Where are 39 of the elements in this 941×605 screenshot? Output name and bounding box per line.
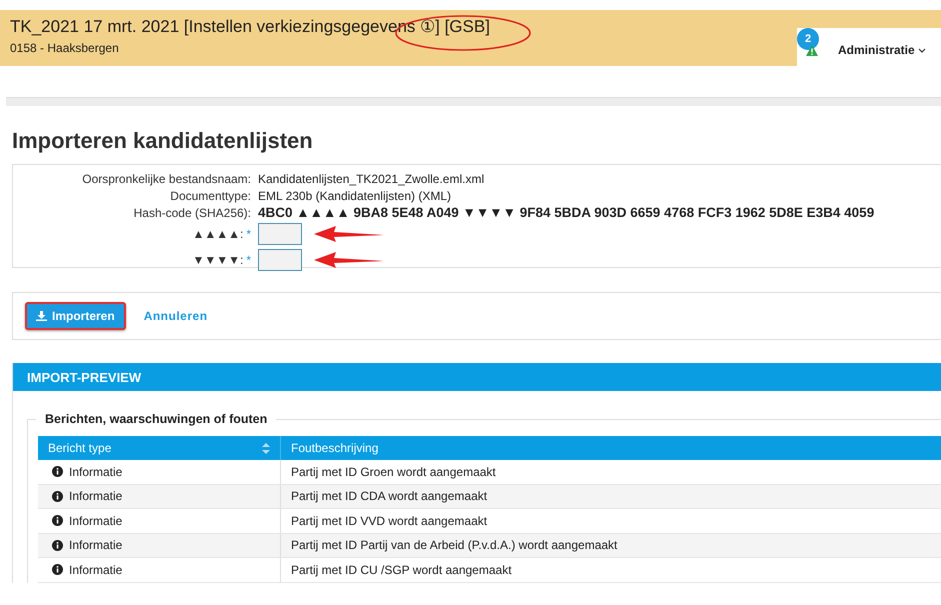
table-cell: Partij met ID VVD wordt aangemaakt bbox=[280, 508, 941, 533]
info-icon bbox=[52, 540, 63, 551]
download-icon bbox=[36, 311, 47, 321]
municipality-label: 0158 - Haaksbergen bbox=[10, 41, 120, 55]
table-cell: Partij met ID CU /SGP wordt aangemaakt bbox=[280, 558, 941, 582]
field-value: EML 230b (Kandidatenlijsten) (XML) bbox=[258, 188, 451, 202]
table-cell: Partij met ID Partij van de Arbeid (P.v.d.A.) wordt aangemaakt bbox=[280, 533, 941, 558]
info-icon bbox=[52, 490, 63, 502]
panel-header: IMPORT-PREVIEW bbox=[13, 363, 941, 391]
cancel-link[interactable]: Annuleren bbox=[144, 309, 208, 323]
sort-icon bbox=[262, 442, 270, 454]
table-cell: Partij met ID CDA wordt aangemaakt bbox=[280, 484, 941, 508]
field-label: ▲▲▲▲: * bbox=[191, 227, 252, 241]
notification-badge[interactable]: 2 bbox=[797, 28, 819, 50]
field-label: Hash-code (SHA256): bbox=[132, 206, 252, 220]
user-menu[interactable]: Administratie bbox=[838, 43, 926, 57]
caret-icon bbox=[918, 48, 926, 54]
import-button[interactable]: Importeren bbox=[25, 302, 126, 330]
message-type: Informatie bbox=[69, 514, 122, 528]
input-field[interactable] bbox=[258, 223, 302, 245]
info-icon bbox=[52, 466, 63, 478]
page-title: Importeren kandidatenlijsten bbox=[12, 128, 314, 154]
field-label: Documenttype: bbox=[169, 188, 252, 202]
field-value: Kandidatenlijsten_TK2021_Zwolle.eml.xml bbox=[258, 172, 484, 186]
message-type: Informatie bbox=[69, 464, 122, 479]
table-cell: Partij met ID Groen wordt aangemaakt bbox=[280, 460, 941, 484]
info-icon bbox=[52, 515, 63, 526]
message-type: Informatie bbox=[69, 562, 122, 577]
info-icon bbox=[52, 564, 63, 576]
warning-icon[interactable] bbox=[806, 45, 818, 56]
field-label: ▼▼▼▼: * bbox=[191, 253, 252, 267]
message-type: Informatie bbox=[69, 489, 122, 504]
input-field[interactable] bbox=[258, 249, 302, 271]
column-header: Foutbeschrijving bbox=[280, 436, 941, 460]
message-type: Informatie bbox=[69, 538, 122, 552]
hash-value: 4BC0 ▲▲▲▲ 9BA8 5E48 A049 ▼▼▼▼ 9F84 5BDA 903D 6659 4768 FCF3 1962 5D8E E3B4 4059 bbox=[258, 205, 874, 220]
field-label: Oorspronkelijke bestandsnaam: bbox=[81, 172, 252, 186]
fieldset-legend: Berichten, waarschuwingen of fouten bbox=[36, 412, 276, 426]
column-header[interactable]: Bericht type bbox=[38, 436, 280, 460]
